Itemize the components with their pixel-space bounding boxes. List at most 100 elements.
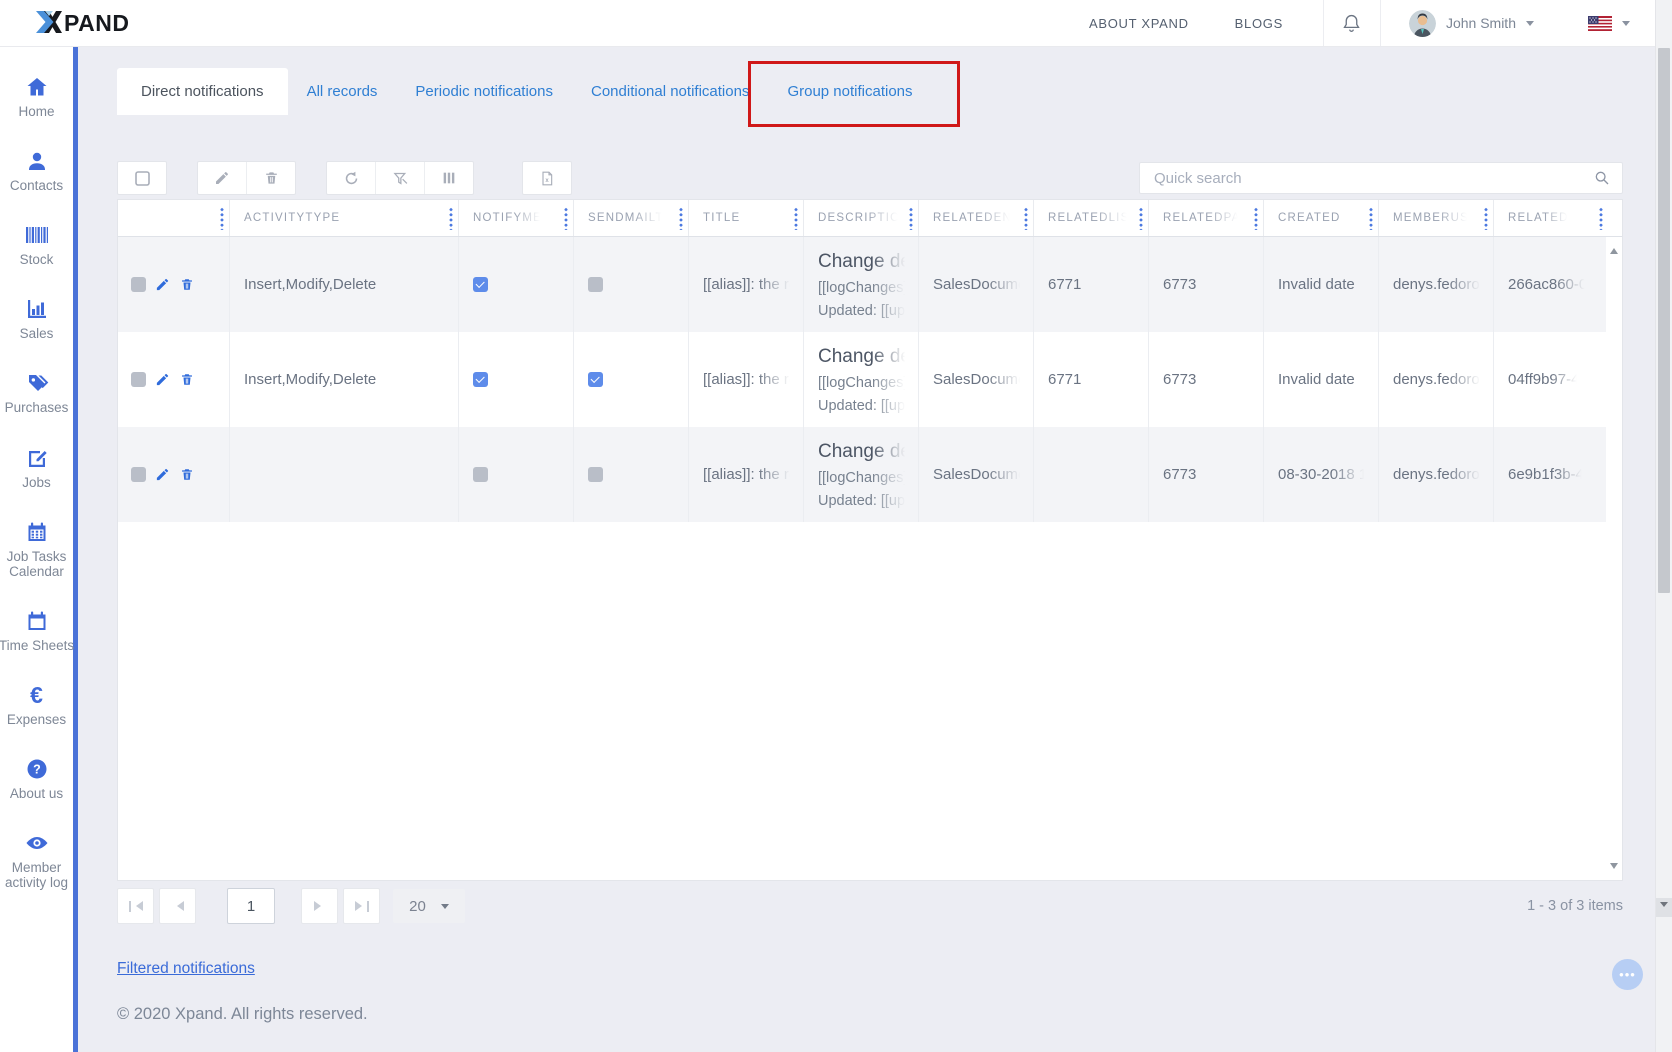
first-page-button[interactable] (117, 888, 154, 924)
sendmailto-checkbox[interactable] (588, 372, 603, 387)
tab-group-notifications[interactable]: Group notifications (768, 68, 931, 115)
previous-page-button[interactable] (159, 888, 196, 924)
row-select-checkbox[interactable] (131, 277, 146, 292)
sidebar-item-expenses[interactable]: € Expenses (0, 682, 75, 727)
page-size-select[interactable]: 20 (393, 889, 465, 923)
select-rows-button[interactable] (118, 162, 166, 194)
grid-scrollbar[interactable] (1606, 237, 1622, 880)
sidebar-item-jobs[interactable]: Jobs (0, 445, 75, 490)
trash-icon (180, 372, 194, 387)
grid-pager: 1 20 1 - 3 of 3 items (117, 886, 1623, 926)
sidebar-item-member-activity-log[interactable]: Member activity log (0, 830, 75, 890)
column-label: TITLE (703, 212, 740, 224)
sidebar-item-label: Jobs (22, 475, 51, 490)
sendmailto-checkbox[interactable] (588, 467, 603, 482)
sidebar-item-about-us[interactable]: ? About us (0, 756, 75, 801)
sendmailto-checkbox[interactable] (588, 277, 603, 292)
brand-logo[interactable]: PAND (36, 10, 129, 37)
export-excel-button[interactable]: x (523, 162, 571, 194)
previous-page-icon (172, 901, 184, 911)
scrollbar-thumb[interactable] (1658, 48, 1670, 593)
last-page-button[interactable] (343, 888, 380, 924)
column-menu-icon[interactable] (1024, 207, 1028, 230)
nav-blogs[interactable]: BLOGS (1235, 16, 1283, 31)
row-delete-button[interactable] (180, 372, 196, 388)
row-edit-button[interactable] (155, 277, 171, 293)
sidebar-item-time-sheets[interactable]: Time Sheets (0, 608, 75, 653)
column-menu-icon[interactable] (220, 207, 224, 230)
sidebar-item-job-tasks-calendar[interactable]: Job Tasks Calendar (0, 519, 75, 579)
user-menu[interactable]: John Smith (1381, 10, 1562, 37)
grid-header-relatedentity: RELATEDEN (919, 200, 1034, 236)
row-delete-button[interactable] (180, 277, 196, 293)
row-delete-button[interactable] (180, 467, 196, 483)
sidebar-item-purchases[interactable]: Purchases (0, 370, 75, 415)
column-menu-icon[interactable] (1139, 207, 1143, 230)
scrollbar-down-button[interactable] (1656, 898, 1672, 917)
app-window: PAND ABOUT XPAND BLOGS (0, 0, 1672, 1052)
search-input[interactable] (1152, 169, 1594, 188)
column-label: RELATEDLIS (1048, 212, 1129, 224)
filtered-notifications-link[interactable]: Filtered notifications (117, 960, 255, 978)
column-menu-icon[interactable] (1484, 207, 1488, 230)
page-scrollbar[interactable] (1655, 0, 1672, 1052)
column-menu-icon[interactable] (1599, 207, 1603, 230)
cell-related: 04ff9b97-4 (1494, 332, 1606, 427)
top-bar: PAND ABOUT XPAND BLOGS (0, 0, 1672, 47)
columns-button[interactable] (424, 162, 473, 194)
cell-memberuser: denys.fedorov (1379, 237, 1494, 332)
notifications-bell-button[interactable] (1324, 0, 1380, 46)
next-page-button[interactable] (301, 888, 338, 924)
column-menu-icon[interactable] (564, 207, 568, 230)
sidebar-item-home[interactable]: Home (0, 74, 75, 119)
delete-button[interactable] (246, 162, 295, 194)
last-page-icon (367, 901, 369, 912)
row-select-checkbox[interactable] (131, 467, 146, 482)
notifyme-checkbox[interactable] (473, 277, 488, 292)
refresh-button[interactable] (327, 162, 375, 194)
clear-filter-button[interactable] (375, 162, 424, 194)
column-menu-icon[interactable] (794, 207, 798, 230)
notifyme-checkbox[interactable] (473, 372, 488, 387)
table-row[interactable]: [[alias]]: the rec Change det [[logChang… (118, 427, 1606, 522)
trash-icon (180, 277, 194, 292)
cell-activitytype: Insert,Modify,Delete (230, 332, 459, 427)
jobs-edit-icon (25, 445, 49, 471)
refresh-icon (343, 170, 360, 187)
nav-about-xpand[interactable]: ABOUT XPAND (1089, 16, 1189, 31)
table-row[interactable]: Insert,Modify,Delete [[alias]]: the rec … (118, 332, 1606, 427)
column-menu-icon[interactable] (679, 207, 683, 230)
cell-description: Change det [[logChanges]] Updated: [[upd (804, 332, 919, 427)
table-row[interactable]: Insert,Modify,Delete [[alias]]: the rec … (118, 237, 1606, 332)
scroll-down-icon[interactable] (1610, 863, 1618, 873)
search-icon[interactable] (1594, 170, 1610, 186)
column-menu-icon[interactable] (1369, 207, 1373, 230)
row-edit-button[interactable] (155, 372, 171, 388)
row-actions (118, 237, 230, 332)
notifyme-checkbox[interactable] (473, 467, 488, 482)
sidebar-item-stock[interactable]: Stock (0, 222, 75, 267)
column-menu-icon[interactable] (1254, 207, 1258, 230)
top-nav: ABOUT XPAND BLOGS (1089, 16, 1283, 31)
column-menu-icon[interactable] (909, 207, 913, 230)
sidebar-item-contacts[interactable]: Contacts (0, 148, 75, 193)
cell-relatedentity: SalesDocumen (919, 427, 1034, 522)
row-select-checkbox[interactable] (131, 372, 146, 387)
row-edit-button[interactable] (155, 467, 171, 483)
eye-icon (24, 830, 50, 856)
tab-all-records[interactable]: All records (288, 68, 397, 115)
quick-search (1139, 162, 1623, 194)
avatar (1409, 10, 1436, 37)
logo-x-icon (36, 11, 63, 35)
tab-direct-notifications[interactable]: Direct notifications (117, 68, 288, 115)
edit-button[interactable] (198, 162, 246, 194)
page-number-input[interactable]: 1 (227, 888, 275, 924)
column-menu-icon[interactable] (449, 207, 453, 230)
scroll-up-icon[interactable] (1610, 244, 1618, 254)
sidebar-item-sales[interactable]: Sales (0, 296, 75, 341)
column-label: ACTIVITYTYPE (244, 212, 340, 224)
tab-periodic-notifications[interactable]: Periodic notifications (396, 68, 572, 115)
tab-conditional-notifications[interactable]: Conditional notifications (572, 68, 768, 115)
floating-more-button[interactable]: ••• (1612, 959, 1643, 990)
chevron-down-icon (441, 904, 449, 913)
